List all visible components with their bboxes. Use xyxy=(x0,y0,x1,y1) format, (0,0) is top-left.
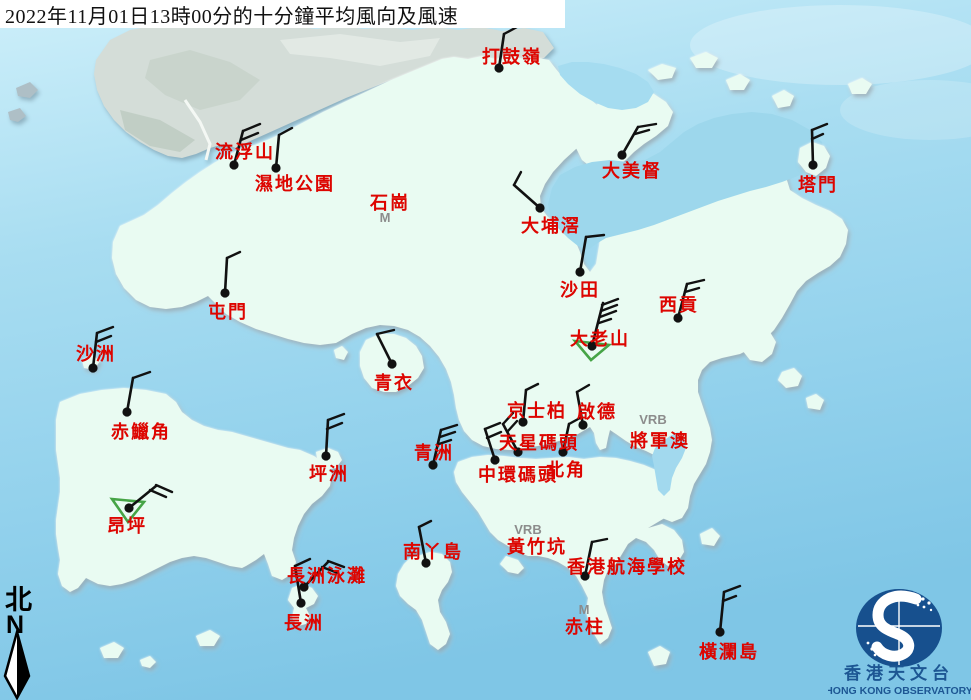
station-tag-將軍澳: VRB xyxy=(639,412,666,427)
hko-logo-english-name: HONG KONG OBSERVATORY xyxy=(828,685,971,697)
station-label-赤鱲角: 赤鱲角 xyxy=(111,421,171,442)
station-label-塔門: 塔門 xyxy=(798,174,838,195)
station-label-大美督: 大美督 xyxy=(602,160,662,181)
station-dot xyxy=(490,455,499,464)
map-title: 2022年11月01日13時00分的十分鐘平均風向及風速 xyxy=(0,0,458,29)
station-dot xyxy=(271,163,280,172)
station-label-赤柱: 赤柱 xyxy=(565,616,605,637)
north-compass: 北 N xyxy=(2,584,38,700)
station-label-啟德: 啟德 xyxy=(577,401,617,422)
station-label-橫瀾島: 橫瀾島 xyxy=(699,641,759,662)
station-dot xyxy=(575,267,584,276)
station-label-將軍澳: 將軍澳 xyxy=(630,430,690,451)
station-dot xyxy=(715,627,724,636)
station-label-坪洲: 坪洲 xyxy=(309,464,349,484)
map-title-bar: 2022年11月01日13時00分的十分鐘平均風向及風速 xyxy=(0,0,565,28)
station-label-青洲: 青洲 xyxy=(414,443,454,463)
station-tag-石崗: M xyxy=(380,210,391,225)
station-label-打鼓嶺: 打鼓嶺 xyxy=(482,46,542,67)
hko-logo: 香港天文台 HONG KONG OBSERVATORY xyxy=(828,583,971,700)
station-label-北角: 北角 xyxy=(546,459,586,480)
station-label-黃竹坑: 黃竹坑 xyxy=(506,536,567,557)
station-dot xyxy=(296,598,305,607)
station-label-西貢: 西貢 xyxy=(659,295,699,315)
wind-map-screen: 打鼓嶺流浮山濕地公園石崗M大美督塔門大埔滘沙田西貢大老山京士柏啟德天星碼頭中環碼… xyxy=(0,0,971,700)
station-tag-赤柱: M xyxy=(579,602,590,617)
station-label-大老山: 大老山 xyxy=(570,328,630,349)
station-label-天星碼頭: 天星碼頭 xyxy=(499,433,579,453)
station-label-香港航海學校: 香港航海學校 xyxy=(566,556,687,577)
hko-logo-chinese-name: 香港天文台 xyxy=(844,663,954,683)
station-label-屯門: 屯門 xyxy=(208,301,248,322)
hong-kong-wind-map: 打鼓嶺流浮山濕地公園石崗M大美督塔門大埔滘沙田西貢大老山京士柏啟德天星碼頭中環碼… xyxy=(0,0,971,700)
station-label-沙洲: 沙洲 xyxy=(76,344,116,364)
station-label-濕地公園: 濕地公園 xyxy=(255,173,335,194)
station-dot xyxy=(124,503,133,512)
station-label-京士柏: 京士柏 xyxy=(507,400,567,421)
station-dot xyxy=(535,203,544,212)
wind-barb-staff xyxy=(812,130,813,165)
station-dot xyxy=(321,451,330,460)
station-label-大埔滘: 大埔滘 xyxy=(521,215,581,236)
station-label-南丫島: 南丫島 xyxy=(403,541,463,562)
station-dot xyxy=(617,150,626,159)
station-dot xyxy=(220,288,229,297)
station-dot xyxy=(88,363,97,372)
station-label-長洲: 長洲 xyxy=(284,613,324,633)
station-label-昂坪: 昂坪 xyxy=(107,516,147,536)
station-label-青衣: 青衣 xyxy=(374,372,414,393)
station-label-流浮山: 流浮山 xyxy=(215,141,275,162)
station-dot xyxy=(122,407,131,416)
station-dot xyxy=(387,359,396,368)
station-dot xyxy=(808,160,817,169)
station-label-長洲泳灘: 長洲泳灘 xyxy=(287,565,367,586)
station-label-沙田: 沙田 xyxy=(560,280,600,300)
station-tag-黃竹坑: VRB xyxy=(514,522,541,537)
